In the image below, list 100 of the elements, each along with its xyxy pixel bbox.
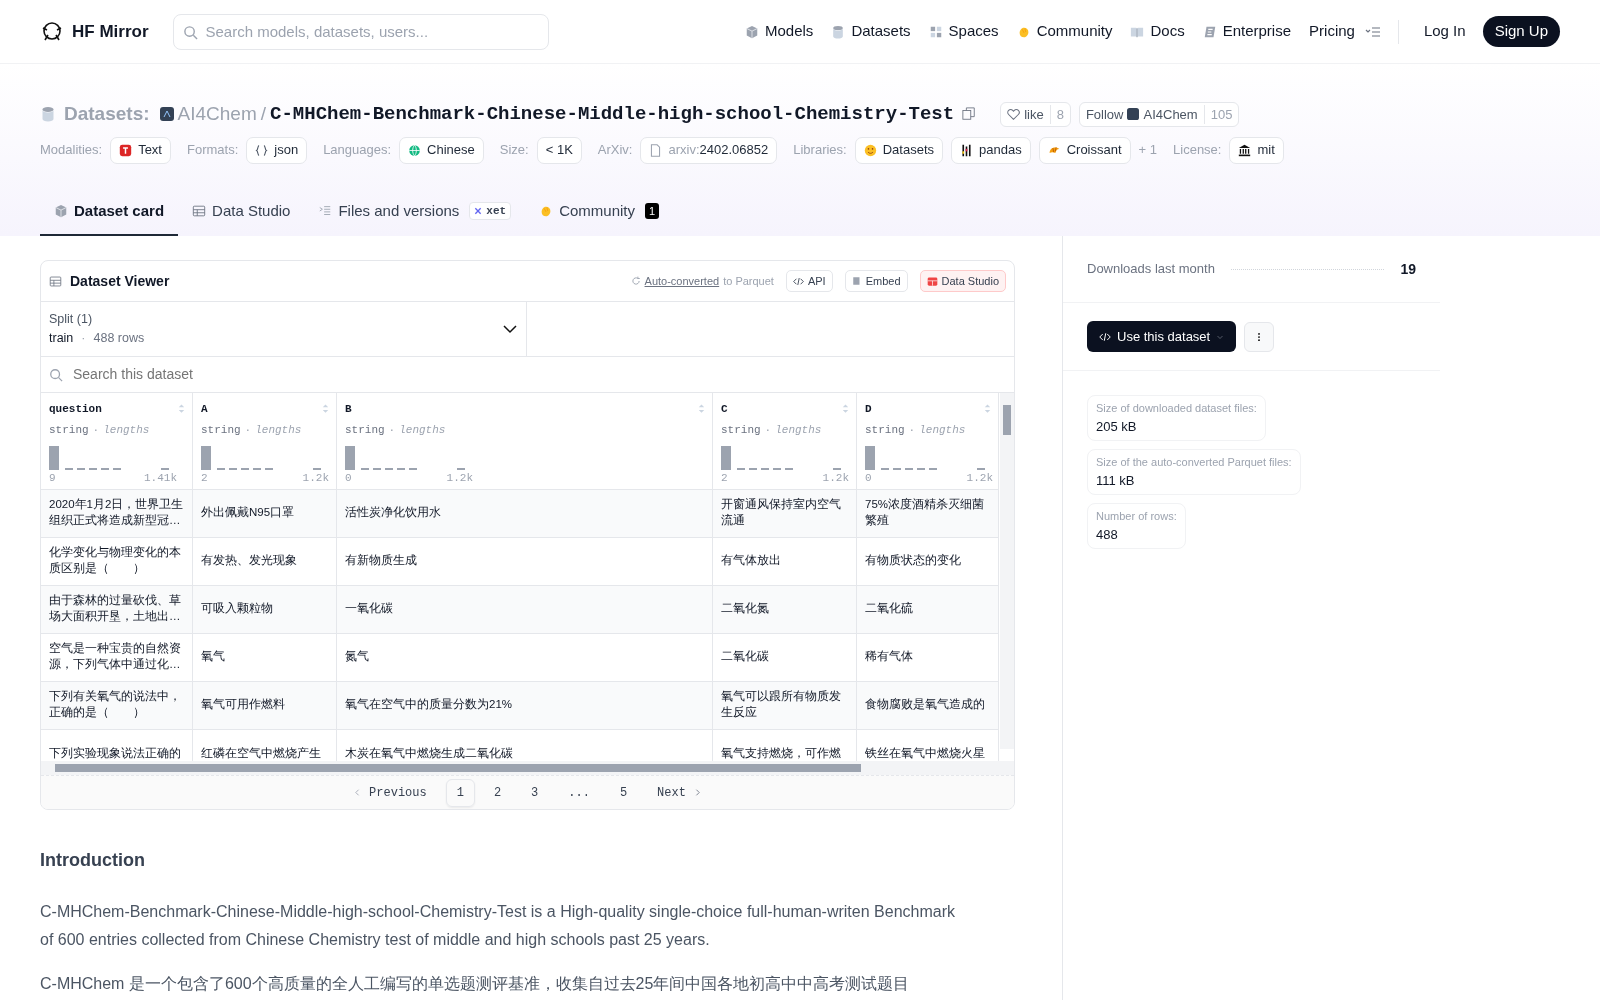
column-name: D bbox=[865, 403, 872, 415]
table-cell: 氧气在空气中的质量分数为21% bbox=[345, 697, 513, 713]
dataset-title: C-MHChem-Benchmark-Chinese-Middle-high-school-Chemistry-Test bbox=[270, 102, 955, 127]
split-dropdown[interactable]: Split (1) train · 488 rows bbox=[41, 302, 527, 356]
stat-label: Size of downloaded dataset files: bbox=[1096, 401, 1257, 416]
column-name: C bbox=[721, 403, 728, 415]
sign-up-button[interactable]: Sign Up bbox=[1482, 16, 1560, 47]
tag-chip[interactable]: json bbox=[246, 136, 308, 164]
table-cell: 氧气 bbox=[201, 649, 225, 665]
tag-chip[interactable]: Chinese bbox=[399, 136, 484, 164]
column-stat: lengths bbox=[919, 422, 966, 438]
sort-icon bbox=[983, 403, 992, 414]
page-button[interactable]: 5 bbox=[608, 778, 639, 807]
stat-label: Number of rows: bbox=[1096, 509, 1177, 524]
tag-chip[interactable]: arxiv:2402.06852 bbox=[640, 136, 778, 164]
table-cell: 稀有气体 bbox=[865, 649, 913, 665]
search-icon bbox=[182, 24, 198, 40]
axis-max: 1.2k bbox=[822, 471, 849, 486]
copy-icon bbox=[962, 107, 977, 122]
table-cell: 氮气 bbox=[345, 649, 369, 665]
nav-link[interactable]: Pricing bbox=[1300, 20, 1364, 43]
like-count: 8 bbox=[1049, 104, 1070, 124]
table-cell-text: 2020年1月2日，世界卫生组织正式将造成新型冠… bbox=[49, 497, 184, 528]
split-name: train bbox=[49, 330, 74, 347]
nav-link[interactable]: Community bbox=[1007, 20, 1122, 43]
column-type: string bbox=[865, 422, 905, 438]
e-logo-icon bbox=[1202, 24, 1217, 39]
bar-icon bbox=[960, 143, 973, 157]
table-cell: 下列实验现象说法正确的 bbox=[49, 745, 181, 761]
separator-dot: · bbox=[908, 422, 916, 438]
axis-min: 2 bbox=[721, 471, 728, 486]
login-link[interactable]: Log In bbox=[1414, 20, 1475, 43]
tab[interactable]: Data Studio bbox=[178, 187, 305, 236]
tag-chip[interactable]: Datasets bbox=[854, 136, 943, 164]
axis-max: 1.41k bbox=[144, 471, 177, 486]
page-button[interactable]: 2 bbox=[482, 778, 513, 807]
viewer-button[interactable]: Embed bbox=[844, 269, 908, 293]
axis-max: 1.2k bbox=[302, 471, 329, 486]
follow-button[interactable]: Follow AI4Chem 105 bbox=[1078, 101, 1240, 127]
database-icon bbox=[40, 106, 56, 123]
page-button[interactable]: ... bbox=[557, 778, 601, 807]
tab[interactable]: Files and versions xet bbox=[304, 187, 526, 236]
scroll-thumb[interactable] bbox=[55, 764, 861, 772]
tag-label: Modalities: bbox=[40, 141, 103, 160]
downloads-count: 19 bbox=[1400, 259, 1416, 279]
chevron-right-icon bbox=[693, 787, 703, 797]
tag-label: Formats: bbox=[187, 141, 239, 160]
nav-link[interactable]: Spaces bbox=[919, 20, 1008, 43]
org-avatar-icon bbox=[1127, 108, 1140, 121]
search-icon bbox=[49, 367, 63, 382]
paragraph: C-MHChem 是一个包含了600个高质量的全人工编写的单选题测评基准，收集自过去25年间中国各地初高中中高考测试题目 bbox=[40, 973, 911, 994]
page-button[interactable]: 3 bbox=[520, 778, 550, 807]
vertical-scrollbar[interactable] bbox=[1000, 393, 1014, 749]
viewer-button[interactable]: Data Studio bbox=[919, 269, 1006, 293]
page-button[interactable]: 1 bbox=[445, 778, 475, 807]
xet-tag: xet bbox=[469, 201, 512, 220]
use-dataset-button[interactable]: Use this dataset bbox=[1087, 320, 1237, 353]
nav-link[interactable]: Datasets bbox=[822, 20, 920, 43]
next-button[interactable]: Next bbox=[646, 778, 714, 807]
auto-converted-link[interactable]: Auto-converted bbox=[644, 272, 720, 290]
scroll-thumb[interactable] bbox=[1003, 405, 1011, 435]
previous-button[interactable]: Previous bbox=[341, 778, 438, 807]
split-label: Split (1) bbox=[49, 311, 94, 329]
viewer-title: Dataset Viewer bbox=[70, 271, 170, 291]
table-cell: 活性炭净化饮用水 bbox=[345, 505, 441, 521]
file-list-icon bbox=[318, 203, 333, 218]
code-icon bbox=[1099, 330, 1111, 343]
table-cell-text: 氧气可以跟所有物质发生反应 bbox=[721, 689, 842, 720]
tag-chip[interactable]: mit bbox=[1229, 136, 1284, 164]
table-cell-text: 下列有关氧气的说法中，正确的是（ ） bbox=[49, 689, 182, 720]
like-button[interactable]: like 8 bbox=[1000, 101, 1071, 127]
viewer-button[interactable]: API bbox=[785, 269, 833, 293]
more-options-button[interactable] bbox=[1244, 321, 1275, 352]
tag-label: Languages: bbox=[323, 141, 392, 160]
tab[interactable]: Dataset card bbox=[40, 187, 179, 236]
table-cell: 食物腐败是氧气造成的 bbox=[865, 697, 985, 713]
column-type: string bbox=[721, 422, 761, 438]
tag-chip[interactable]: < 1K bbox=[536, 136, 582, 164]
code-icon bbox=[792, 275, 804, 287]
table-cell: 外出佩戴N95口罩 bbox=[201, 505, 295, 521]
smiley-icon bbox=[863, 143, 877, 157]
nav-link[interactable]: Docs bbox=[1121, 20, 1194, 43]
nav-link[interactable]: Enterprise bbox=[1193, 20, 1301, 43]
table-cell: 有气体放出 bbox=[721, 553, 781, 569]
logo-text[interactable]: HF Mirror bbox=[72, 18, 149, 45]
table-cell: 木炭在氧气中燃烧生成二氧化碳 bbox=[345, 745, 513, 761]
tag-chip[interactable]: pandas bbox=[951, 136, 1031, 164]
stat-value: 111 kB bbox=[1096, 471, 1136, 490]
tab[interactable]: Community 1 bbox=[525, 187, 674, 236]
table-cell: 一氧化碳 bbox=[345, 601, 393, 617]
table-icon bbox=[192, 203, 207, 218]
horizontal-scrollbar[interactable] bbox=[41, 761, 1014, 775]
x-mark-icon bbox=[474, 206, 483, 215]
search-field[interactable]: Search models, datasets, users... bbox=[172, 13, 549, 50]
tag-chip[interactable]: Text bbox=[110, 136, 171, 164]
tag-chip[interactable]: Croissant bbox=[1038, 136, 1131, 164]
nav-link[interactable]: Models bbox=[736, 20, 823, 43]
separator-dot: · bbox=[764, 422, 772, 438]
column-type: string bbox=[201, 422, 241, 438]
stat-value: 488 bbox=[1096, 525, 1119, 544]
